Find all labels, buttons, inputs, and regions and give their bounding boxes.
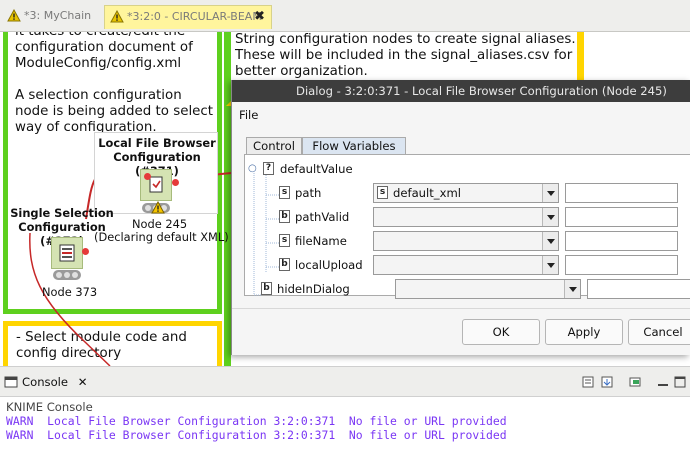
editor-tab-mychain[interactable]: *3: MyChain [2, 5, 102, 29]
console-tab-label: Console [22, 375, 69, 389]
variable-name-field-path[interactable] [565, 183, 678, 203]
output-port[interactable] [172, 179, 179, 186]
tree-row-localupload: b localUpload [279, 254, 379, 276]
dialog-menu-bar: File [232, 102, 690, 128]
tree-label: localUpload [295, 258, 363, 272]
dialog-body: Control Flow Variables ○ ? defaultValue … [232, 128, 690, 308]
variable-name-field-pathvalid[interactable] [565, 207, 678, 227]
close-tab-icon[interactable]: ✖ [254, 6, 265, 28]
editor-tab-label: *3: MyChain [24, 9, 92, 22]
console-view: Console ✕ KNIME Console WARN Local File … [0, 366, 690, 459]
flow-variable-select-localupload[interactable] [373, 255, 559, 275]
unknown-type-icon: ? [263, 162, 274, 175]
input-port[interactable] [144, 173, 151, 180]
chevron-down-icon [542, 256, 558, 274]
flow-variable-select-hideindialog[interactable] [395, 279, 581, 299]
dialog-title: Dialog - 3:2:0:371 - Local File Browser … [232, 80, 690, 102]
string-type-icon: s [279, 186, 290, 199]
warning-icon [151, 201, 165, 214]
console-log-line: WARN Local File Browser Configuration 3:… [6, 414, 507, 428]
ok-button[interactable]: OK [462, 319, 540, 345]
clear-console-icon[interactable] [581, 375, 595, 389]
tree-row-filename: s fileName [279, 230, 379, 252]
string-type-icon: s [377, 186, 388, 199]
variable-name-field-filename[interactable] [565, 231, 678, 251]
selection-list-icon [59, 244, 75, 262]
node-status-indicator [53, 270, 81, 280]
tree-label: hideInDialog [277, 282, 350, 296]
knime-workbench: *3: MyChain *3:2:0 - CIRCULAR-BEAM ✖ it … [0, 0, 690, 459]
cancel-button[interactable]: Cancel [628, 319, 690, 345]
chevron-down-icon [564, 280, 580, 298]
tree-row-hideindialog: b hideInDialog [259, 278, 379, 300]
expand-toggle-icon[interactable]: ○ [248, 158, 257, 180]
maximize-icon[interactable] [673, 375, 687, 389]
configuration-dialog: Dialog - 3:2:0:371 - Local File Browser … [231, 80, 690, 355]
editor-tab-circular-beam[interactable]: *3:2:0 - CIRCULAR-BEAM ✖ [104, 5, 272, 29]
variable-name-field-localupload[interactable] [565, 255, 678, 275]
editor-tab-bar: *3: MyChain *3:2:0 - CIRCULAR-BEAM ✖ [0, 0, 690, 32]
boolean-type-icon: b [279, 210, 290, 223]
boolean-type-icon: b [261, 282, 272, 295]
boolean-type-icon: b [279, 258, 290, 271]
output-port[interactable] [82, 248, 89, 255]
tree-label: pathValid [295, 210, 350, 224]
warning-workflow-icon [110, 10, 124, 23]
scroll-lock-icon[interactable] [600, 375, 614, 389]
variable-name-field-hideindialog[interactable] [587, 279, 690, 299]
console-tab-bar: Console ✕ [0, 367, 690, 397]
single-selection-node[interactable] [51, 237, 83, 269]
flow-variable-select-filename[interactable] [373, 231, 559, 251]
workflow-icon [7, 9, 21, 22]
tree-label: defaultValue [280, 162, 353, 176]
string-type-icon: s [279, 234, 290, 247]
console-log-line: WARN Local File Browser Configuration 3:… [6, 428, 507, 442]
tab-control[interactable]: Control [246, 137, 302, 154]
flow-variables-panel: ○ ? defaultValue s path s default_xml b … [244, 154, 690, 299]
editor-tab-label: *3:2:0 - CIRCULAR-BEAM [127, 10, 262, 23]
flow-variable-select-path[interactable]: s default_xml [373, 183, 559, 203]
console-icon [4, 376, 18, 388]
tree-row-pathvalid: b pathValid [279, 206, 379, 228]
selected-variable: default_xml [393, 186, 461, 200]
console-tab[interactable]: Console ✕ [4, 375, 87, 389]
tree-label: path [295, 186, 322, 200]
chevron-down-icon [542, 184, 558, 202]
close-icon[interactable]: ✕ [78, 375, 88, 389]
tree-row-path: s path [279, 182, 379, 204]
dialog-footer: OK Apply Cancel [232, 308, 690, 355]
node-id-label: Node 245 [132, 217, 188, 231]
minimize-icon[interactable] [656, 375, 670, 389]
apply-button[interactable]: Apply [545, 319, 623, 345]
open-console-icon[interactable] [628, 375, 642, 389]
flow-variable-select-pathvalid[interactable] [373, 207, 559, 227]
chevron-down-icon [542, 208, 558, 226]
tree-label: fileName [295, 234, 347, 248]
node-id-label: Node 373 [42, 285, 98, 299]
menu-item-file[interactable]: File [239, 108, 258, 122]
chevron-down-icon [542, 232, 558, 250]
tab-flow-variables[interactable]: Flow Variables [302, 137, 406, 154]
console-header: KNIME Console [6, 400, 93, 414]
tree-row-defaultvalue[interactable]: ○ ? defaultValue [247, 158, 447, 180]
